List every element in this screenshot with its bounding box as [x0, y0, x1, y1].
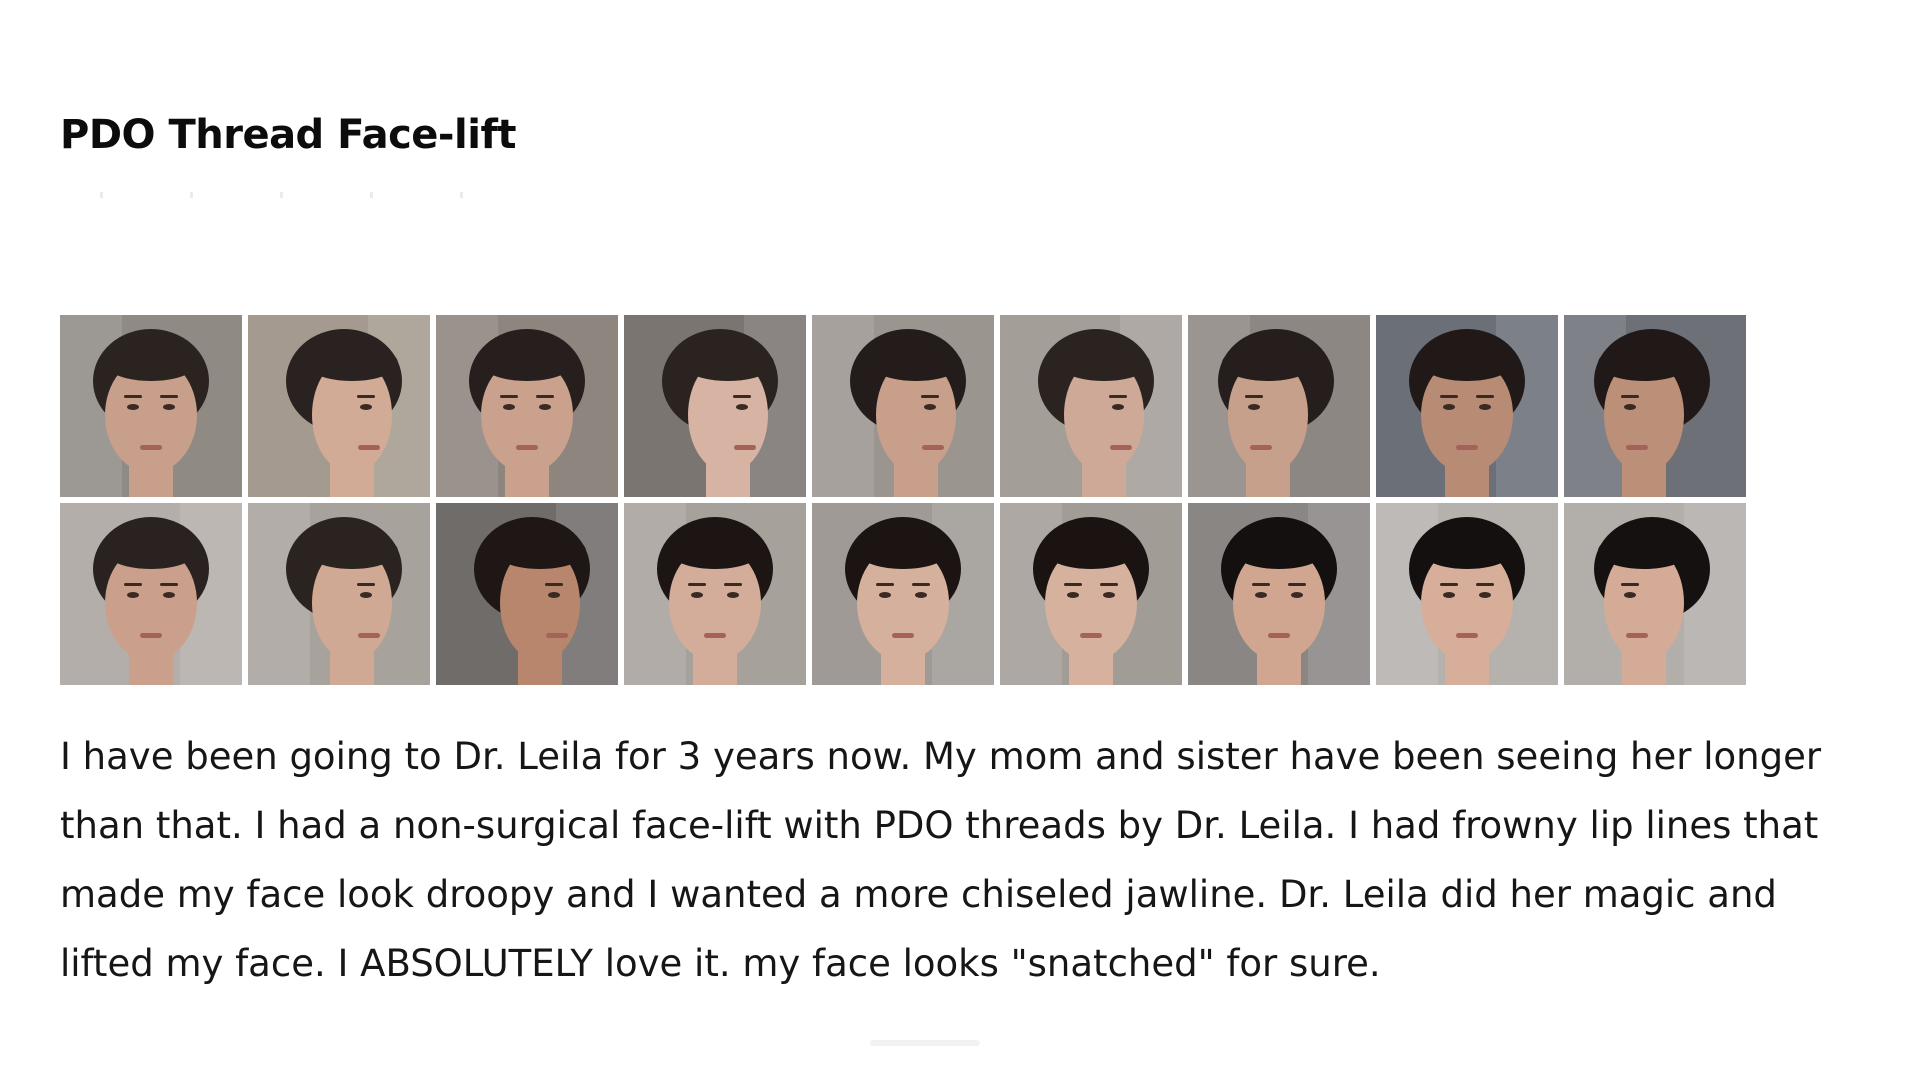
face-photo-image	[1564, 503, 1746, 685]
face-photo-image	[1000, 503, 1182, 685]
faint-footer-artifact	[870, 1040, 980, 1046]
photo-gallery	[60, 315, 1750, 687]
gallery-photo[interactable]	[1564, 315, 1746, 497]
face-photo-image	[1376, 315, 1558, 497]
face-photo-image	[812, 315, 994, 497]
gallery-photo[interactable]	[624, 315, 806, 497]
face-photo-image	[1188, 315, 1370, 497]
page: PDO Thread Face-lift I have been going t…	[0, 0, 1920, 1080]
gallery-photo[interactable]	[624, 503, 806, 685]
testimonial-text: I have been going to Dr. Leila for 3 yea…	[60, 722, 1840, 998]
face-photo-image	[1000, 315, 1182, 497]
face-photo-image	[436, 315, 618, 497]
gallery-photo[interactable]	[1188, 315, 1370, 497]
testimonial-line-4: lifted my face. I ABSOLUTELY love it. my…	[60, 942, 1381, 985]
faint-subtitle-artifact	[60, 192, 480, 198]
face-photo-image	[1188, 503, 1370, 685]
gallery-photo[interactable]	[1000, 315, 1182, 497]
face-photo-image	[1376, 503, 1558, 685]
gallery-photo[interactable]	[1376, 503, 1558, 685]
face-photo-image	[436, 503, 618, 685]
face-photo-image	[624, 315, 806, 497]
gallery-photo[interactable]	[1188, 503, 1370, 685]
testimonial-line-1: I have been going to Dr. Leila for 3 yea…	[60, 735, 1822, 778]
testimonial-line-3: made my face look droopy and I wanted a …	[60, 873, 1777, 916]
gallery-photo[interactable]	[248, 315, 430, 497]
gallery-photo[interactable]	[436, 503, 618, 685]
page-title: PDO Thread Face-lift	[60, 112, 516, 158]
gallery-photo[interactable]	[1000, 503, 1182, 685]
gallery-photo[interactable]	[812, 315, 994, 497]
testimonial-line-2: than that. I had a non-surgical face-lif…	[60, 804, 1819, 847]
gallery-photo[interactable]	[1564, 503, 1746, 685]
face-photo-image	[812, 503, 994, 685]
gallery-photo[interactable]	[60, 315, 242, 497]
gallery-photo[interactable]	[248, 503, 430, 685]
face-photo-image	[60, 503, 242, 685]
face-photo-image	[1564, 315, 1746, 497]
gallery-photo[interactable]	[1376, 315, 1558, 497]
gallery-photo[interactable]	[436, 315, 618, 497]
gallery-photo[interactable]	[812, 503, 994, 685]
gallery-photo[interactable]	[60, 503, 242, 685]
face-photo-image	[248, 315, 430, 497]
face-photo-image	[248, 503, 430, 685]
face-photo-image	[60, 315, 242, 497]
face-photo-image	[624, 503, 806, 685]
